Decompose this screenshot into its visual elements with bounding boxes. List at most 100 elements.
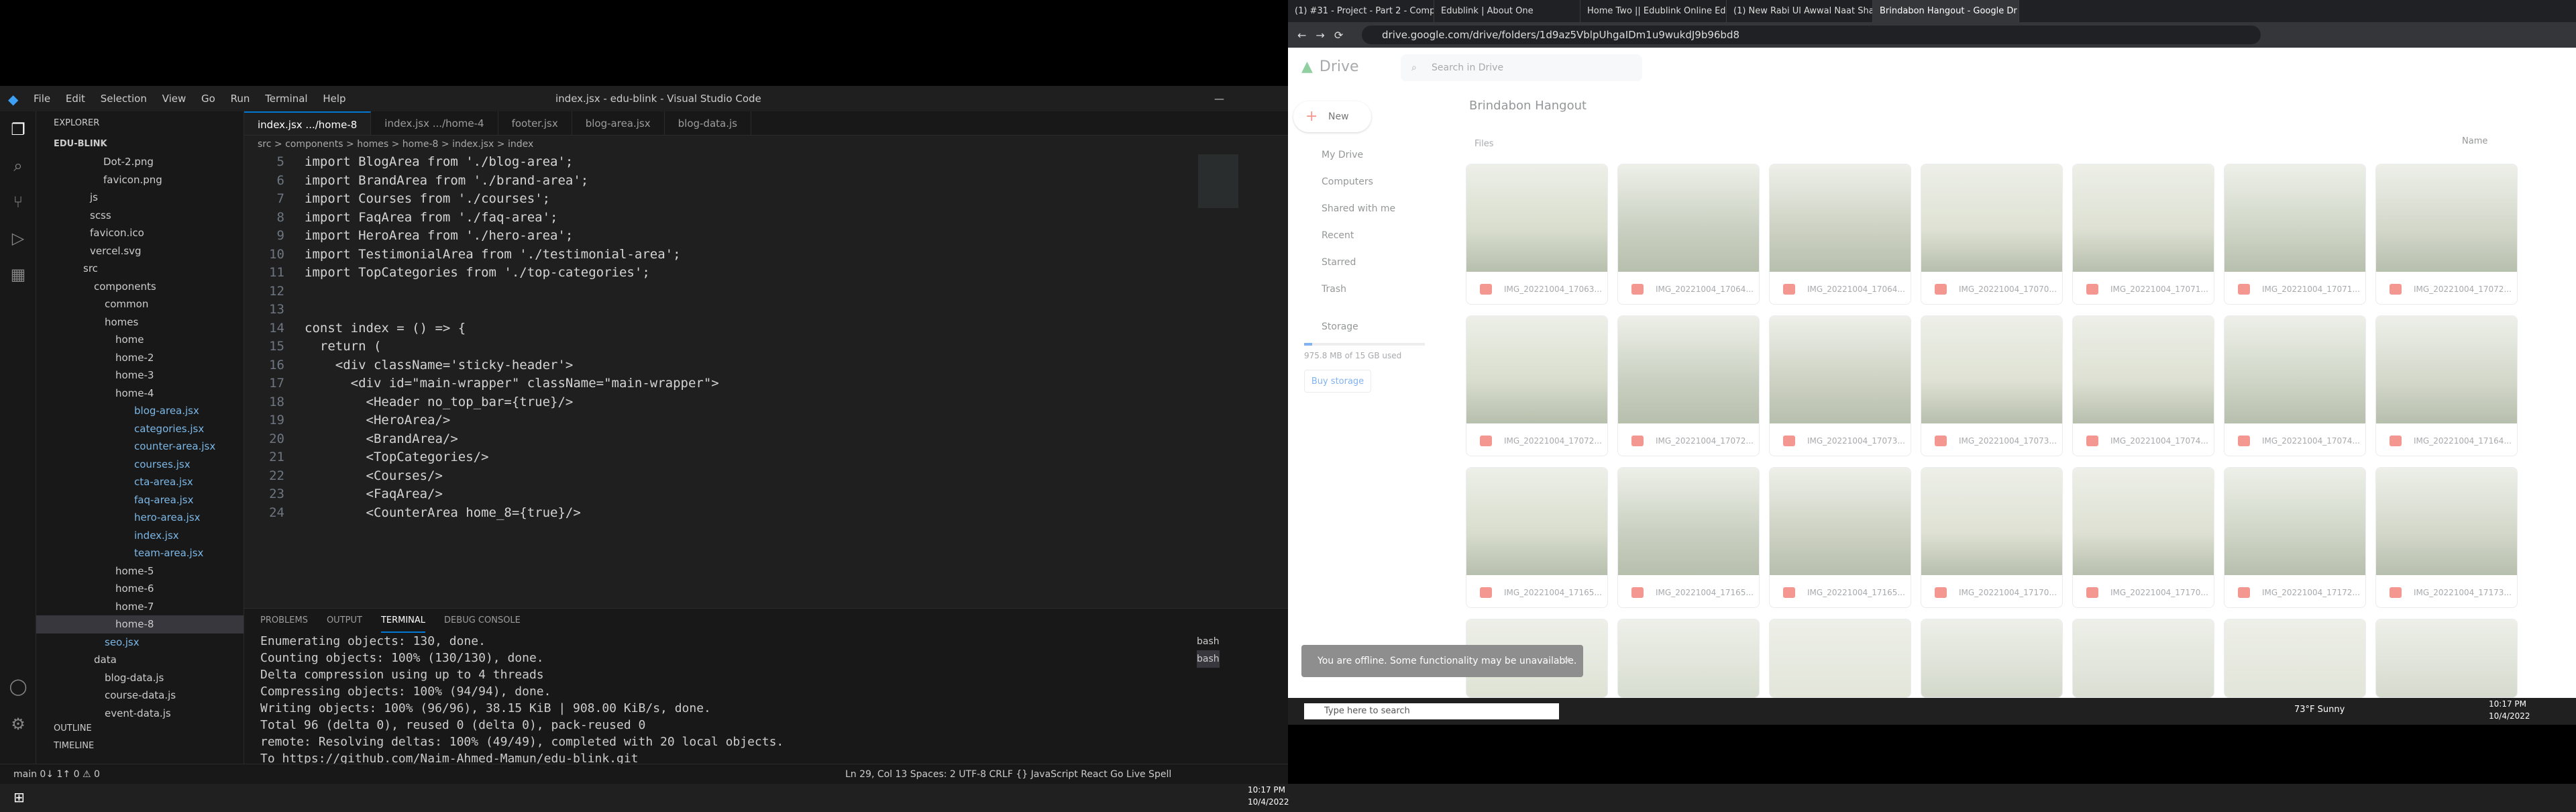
sort-name-button[interactable]: Name [2462, 136, 2487, 146]
code-line[interactable]: 13 [244, 301, 1288, 319]
code-line[interactable]: 6 import BrandArea from './brand-area'; [244, 172, 1288, 191]
file-thumbnail[interactable]: IMG_20221004_17072... [1617, 315, 1760, 456]
tab-problems[interactable]: PROBLEMS [260, 609, 308, 633]
file-thumbnail[interactable]: IMG_20221004_17064... [1617, 164, 1760, 305]
weather-text[interactable]: 73°F Sunny [2294, 705, 2345, 715]
tree-folder[interactable]: home-2 [36, 349, 244, 367]
tree-item[interactable]: vercel.svg [36, 242, 244, 260]
timeline-section[interactable]: TIMELINE [54, 741, 94, 751]
tree-item[interactable]: blog-area.jsx [36, 402, 244, 420]
file-thumbnail[interactable]: IMG_20221004_17165... [1466, 467, 1608, 608]
new-button[interactable]: + New [1293, 101, 1371, 132]
browser-tab-active[interactable]: Brindabon Hangout - Google Dr [1873, 0, 2019, 22]
tree-folder[interactable]: home-4 [36, 385, 244, 403]
tree-item[interactable]: hero-area.jsx [36, 509, 244, 527]
clock-date[interactable]: 10/4/2022 [2489, 711, 2530, 721]
code-line[interactable]: 16 <div className='sticky-header'> [244, 356, 1288, 375]
file-thumbnail[interactable]: IMG_20221004_17165... [1617, 467, 1760, 608]
status-left[interactable]: main 0↓ 1↑ 0 ⚠ 0 [13, 764, 100, 784]
nav-shared[interactable]: Shared with me [1301, 195, 1429, 222]
source-control-icon[interactable]: ⑂ [0, 184, 36, 220]
tree-item[interactable]: favicon.ico [36, 224, 244, 242]
terminal-instance[interactable]: bash [1197, 650, 1220, 668]
tree-folder[interactable]: scss [36, 207, 244, 225]
windows-start-icon[interactable]: ⊞ [13, 789, 25, 805]
run-debug-icon[interactable]: ▷ [0, 220, 36, 256]
code-line[interactable]: 21 <TopCategories/> [244, 448, 1288, 467]
tab-debug-console[interactable]: DEBUG CONSOLE [444, 609, 521, 633]
tree-folder-selected[interactable]: home-8 [36, 615, 244, 633]
code-line[interactable]: 12 [244, 283, 1288, 301]
tree-item[interactable]: faq-area.jsx [36, 491, 244, 509]
tree-folder[interactable]: components [36, 278, 244, 296]
gear-icon[interactable]: ⚙ [0, 706, 36, 742]
code-line[interactable]: 17 <div id="main-wrapper" className="mai… [244, 374, 1288, 393]
browser-tab[interactable]: Home Two || Edublink Online Ed [1580, 0, 1727, 22]
browser-tab[interactable]: (1) New Rabi Ul Awwal Naat Sha [1727, 0, 1873, 22]
code-line[interactable]: 20 <BrandArea/> [244, 430, 1288, 449]
menu-file[interactable]: File [34, 86, 50, 111]
file-thumbnail[interactable]: IMG_20221004_17164... [2375, 315, 2518, 456]
nav-storage[interactable]: Storage [1301, 313, 1429, 340]
nav-computers[interactable]: Computers [1301, 168, 1429, 195]
code-line[interactable]: 8 import FaqArea from './faq-area'; [244, 209, 1288, 227]
menu-view[interactable]: View [162, 86, 186, 111]
file-thumbnail[interactable]: IMG_20221004_17172... [2224, 467, 2366, 608]
nav-recent[interactable]: Recent [1301, 222, 1429, 249]
minimap[interactable] [1198, 154, 1238, 208]
editor-tab[interactable]: footer.jsx [498, 111, 572, 135]
tree-folder[interactable]: home-3 [36, 366, 244, 385]
browser-tab[interactable]: Edublink | About One [1434, 0, 1580, 22]
clock-date[interactable]: 10/4/2022 [1248, 797, 1289, 807]
url-field[interactable]: drive.google.com/drive/folders/1d9az5Vbl… [1362, 26, 2261, 44]
tree-folder[interactable]: home-5 [36, 562, 244, 580]
code-line[interactable]: 18 <Header no_top_bar={true}/> [244, 393, 1288, 412]
file-thumbnail[interactable] [1921, 619, 2063, 698]
browser-tab[interactable]: (1) #31 - Project - Part 2 - Compl [1288, 0, 1434, 22]
tree-item[interactable]: index.jsx [36, 527, 244, 545]
file-thumbnail[interactable]: IMG_20221004_17063... [1466, 164, 1608, 305]
file-thumbnail[interactable] [2224, 619, 2366, 698]
file-thumbnail[interactable] [1617, 619, 1760, 698]
breadcrumb[interactable]: src > components > homes > home-8 > inde… [244, 136, 1288, 153]
menu-edit[interactable]: Edit [66, 86, 85, 111]
tab-output[interactable]: OUTPUT [327, 609, 362, 633]
tab-terminal[interactable]: TERMINAL [380, 609, 426, 633]
terminal-instance[interactable]: bash [1197, 633, 1220, 650]
menu-go[interactable]: Go [201, 86, 215, 111]
search-icon[interactable]: ⌕ [0, 148, 36, 184]
file-thumbnail[interactable]: IMG_20221004_17074... [2072, 315, 2214, 456]
file-thumbnail[interactable]: IMG_20221004_17071... [2224, 164, 2366, 305]
folder-title[interactable]: Brindabon Hangout [1469, 99, 1587, 113]
file-thumbnail[interactable]: IMG_20221004_17170... [2072, 467, 2214, 608]
menu-terminal[interactable]: Terminal [265, 86, 307, 111]
file-thumbnail[interactable]: IMG_20221004_17072... [1466, 315, 1608, 456]
editor-tab[interactable]: blog-area.jsx [572, 111, 665, 135]
code-line[interactable]: 5 import BlogArea from './blog-area'; [244, 153, 1288, 172]
search-input[interactable]: ⌕ Search in Drive [1401, 54, 1642, 81]
tree-item[interactable]: Dot-2.png [36, 153, 244, 171]
code-editor[interactable]: 5 import BlogArea from './blog-area'; 6 imp… [244, 153, 1288, 522]
tree-folder[interactable]: src [36, 260, 244, 278]
file-thumbnail[interactable]: IMG_20221004_17073... [1921, 315, 2063, 456]
nav-starred[interactable]: Starred [1301, 249, 1429, 276]
tree-item[interactable]: team-area.jsx [36, 544, 244, 562]
tree-folder[interactable]: data [36, 651, 244, 669]
outline-section[interactable]: OUTLINE [54, 723, 92, 733]
terminal-output[interactable]: Enumerating objects: 130, done. Counting … [244, 633, 1288, 784]
tree-folder[interactable]: home [36, 331, 244, 349]
tree-folder[interactable]: home-6 [36, 580, 244, 598]
code-line[interactable]: 15 return ( [244, 338, 1288, 356]
file-thumbnail[interactable]: IMG_20221004_17173... [2375, 467, 2518, 608]
file-thumbnail[interactable]: IMG_20221004_17070... [1921, 164, 2063, 305]
tree-folder[interactable]: common [36, 295, 244, 313]
file-thumbnail[interactable]: IMG_20221004_17165... [1769, 467, 1911, 608]
file-thumbnail[interactable] [1769, 619, 1911, 698]
clock-time[interactable]: 10:17 PM [1248, 785, 1285, 795]
code-line[interactable]: 23 <FaqArea/> [244, 485, 1288, 504]
file-thumbnail[interactable]: IMG_20221004_17072... [2375, 164, 2518, 305]
tree-item[interactable]: categories.jsx [36, 420, 244, 438]
clock-time[interactable]: 10:17 PM [2489, 699, 2526, 709]
file-thumbnail[interactable]: IMG_20221004_17071... [2072, 164, 2214, 305]
tree-folder[interactable]: home-7 [36, 598, 244, 616]
